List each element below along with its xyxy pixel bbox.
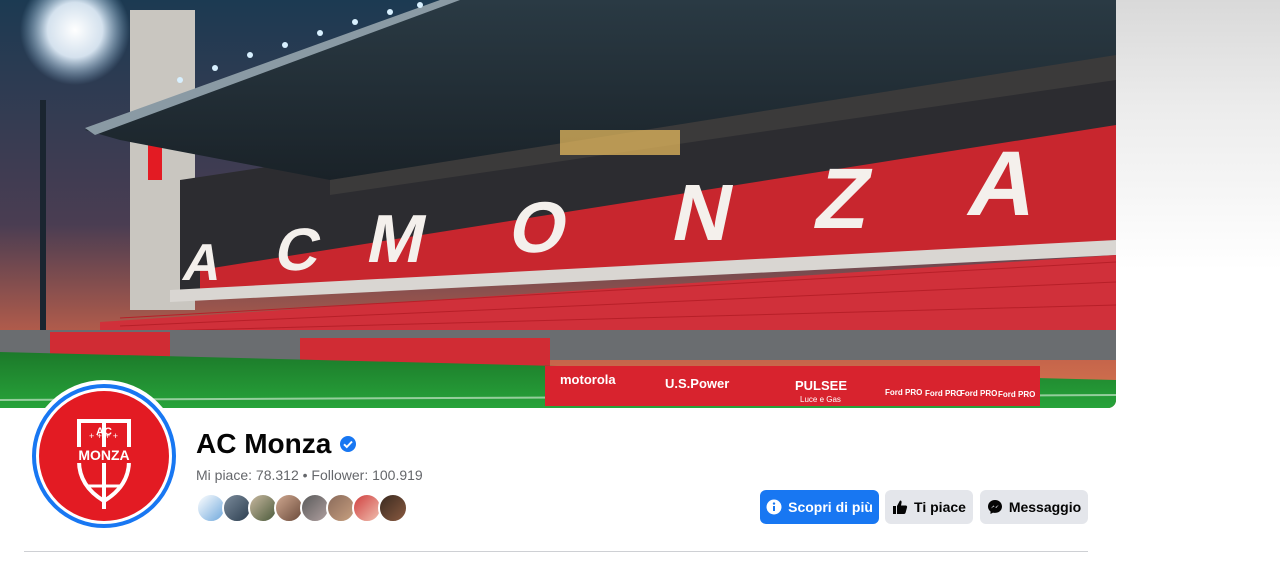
- info-icon: [766, 499, 782, 515]
- friends-who-like-avatars[interactable]: [196, 493, 408, 523]
- like-button[interactable]: Ti piace: [885, 490, 973, 524]
- svg-text:MONZA: MONZA: [78, 447, 129, 463]
- sponsor-motorola: motorola: [560, 372, 616, 387]
- ac-monza-logo: + + + + AC MONZA: [39, 391, 169, 521]
- page-title-row: AC Monza: [196, 428, 357, 460]
- message-label: Messaggio: [1008, 499, 1082, 515]
- story-ring: + + + + AC MONZA: [32, 384, 176, 528]
- friend-avatar[interactable]: [378, 493, 408, 523]
- header-divider: [24, 551, 1088, 552]
- background-fade: [1116, 0, 1280, 270]
- svg-text:Ford PRO: Ford PRO: [885, 388, 922, 397]
- cover-photo[interactable]: A C M O N Z A motorola U.S.Power PULSEE …: [0, 0, 1116, 408]
- like-label: Ti piace: [914, 499, 966, 515]
- learn-more-label: Scopri di più: [788, 499, 873, 515]
- sponsor-pulsee: PULSEE: [795, 378, 847, 393]
- profile-avatar[interactable]: + + + + AC MONZA: [28, 380, 180, 532]
- message-button[interactable]: Messaggio: [980, 490, 1088, 524]
- facebook-page-header: A C M O N Z A motorola U.S.Power PULSEE …: [0, 0, 1280, 563]
- sponsor-uspower: U.S.Power: [665, 376, 729, 391]
- sponsor-pulsee-sub: Luce e Gas: [800, 395, 841, 404]
- verified-badge-icon: [340, 436, 357, 452]
- stadium-illustration: A C M O N Z A motorola U.S.Power PULSEE …: [0, 0, 1116, 408]
- page-title[interactable]: AC Monza: [196, 428, 331, 460]
- learn-more-button[interactable]: Scopri di più: [760, 490, 879, 524]
- svg-text:Ford PRO: Ford PRO: [960, 389, 997, 398]
- monza-crest-icon: + + + + AC MONZA: [76, 419, 132, 509]
- svg-text:AC: AC: [96, 426, 112, 438]
- thumbs-up-icon: [893, 500, 908, 514]
- messenger-icon: [987, 500, 1002, 514]
- like-follower-stats[interactable]: Mi piace: 78.312 • Follower: 100.919: [196, 467, 423, 483]
- svg-text:Ford PRO: Ford PRO: [998, 390, 1035, 399]
- svg-text:Ford PRO: Ford PRO: [925, 389, 962, 398]
